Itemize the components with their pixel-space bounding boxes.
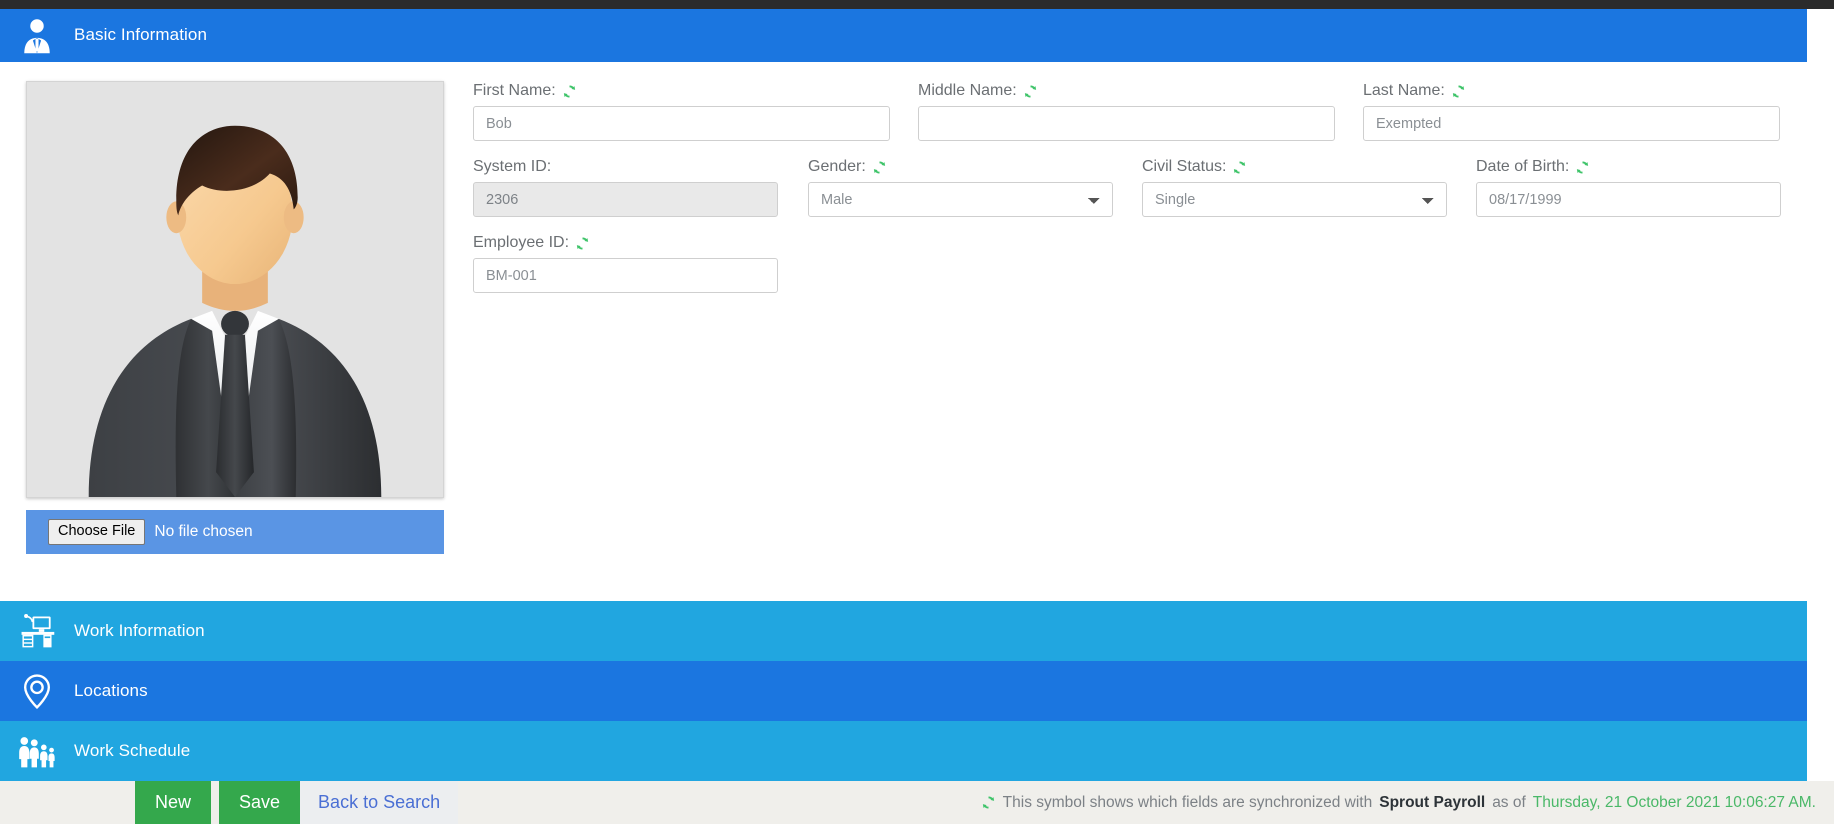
page-footer-toolbar: New Save Back to Search This symbol show… bbox=[0, 781, 1834, 824]
middle-name-label-text: Middle Name: bbox=[918, 82, 1017, 99]
field-gender: Gender: Male bbox=[808, 158, 1113, 217]
system-id-label: System ID: bbox=[473, 158, 778, 176]
civil-status-select[interactable]: Single bbox=[1142, 182, 1447, 217]
sync-icon bbox=[562, 84, 577, 99]
first-name-input[interactable] bbox=[473, 106, 890, 141]
employee-id-label: Employee ID: bbox=[473, 234, 778, 252]
field-middle-name: Middle Name: bbox=[918, 82, 1335, 141]
section-title: Work Information bbox=[74, 620, 205, 640]
default-avatar-illustration bbox=[27, 82, 443, 497]
section-title: Basic Information bbox=[74, 25, 208, 44]
sync-icon bbox=[1232, 160, 1247, 175]
system-id-label-text: System ID: bbox=[473, 158, 552, 175]
middle-name-input[interactable] bbox=[918, 106, 1335, 141]
sync-icon bbox=[872, 160, 887, 175]
legend-middle-text: as of bbox=[1492, 793, 1526, 811]
choose-file-button[interactable]: Choose File bbox=[48, 518, 146, 546]
photo-upload-row[interactable]: Choose File No file chosen bbox=[26, 510, 444, 554]
last-name-label: Last Name: bbox=[1363, 82, 1780, 100]
section-header-work-schedule[interactable]: Work Schedule bbox=[0, 721, 1807, 781]
save-button[interactable]: Save bbox=[219, 781, 301, 824]
legend-timestamp: Thursday, 21 October 2021 10:06:27 AM. bbox=[1532, 793, 1816, 811]
gender-label: Gender: bbox=[808, 158, 1113, 176]
sync-icon bbox=[575, 236, 590, 251]
gender-select[interactable]: Male bbox=[808, 182, 1113, 217]
section-header-basic-information[interactable]: Basic Information bbox=[0, 9, 1807, 62]
back-to-search-button[interactable]: Back to Search bbox=[300, 781, 459, 824]
field-system-id: System ID: bbox=[473, 158, 778, 217]
legend-prefix-text: This symbol shows which fields are synch… bbox=[1002, 793, 1373, 811]
gender-label-text: Gender: bbox=[808, 158, 866, 175]
employee-basic-information-page: Basic Information Choose File No file ch… bbox=[0, 0, 1834, 824]
last-name-input[interactable] bbox=[1363, 106, 1780, 141]
employee-photo bbox=[26, 81, 444, 498]
sync-icon bbox=[981, 795, 996, 810]
section-header-locations[interactable]: Locations bbox=[0, 661, 1807, 721]
first-name-label: First Name: bbox=[473, 82, 890, 100]
field-civil-status: Civil Status: Single bbox=[1142, 158, 1447, 217]
file-status-label: No file chosen bbox=[154, 523, 253, 540]
field-employee-id: Employee ID: bbox=[473, 234, 778, 293]
date-of-birth-label: Date of Birth: bbox=[1476, 158, 1781, 176]
date-of-birth-label-text: Date of Birth: bbox=[1476, 158, 1570, 175]
field-last-name: Last Name: bbox=[1363, 82, 1780, 141]
people-group-icon bbox=[14, 728, 60, 774]
employee-id-input[interactable] bbox=[473, 258, 778, 293]
middle-name-label: Middle Name: bbox=[918, 82, 1335, 100]
section-title: Work Schedule bbox=[74, 740, 191, 760]
employee-badge-icon bbox=[14, 13, 60, 59]
first-name-label-text: First Name: bbox=[473, 82, 556, 99]
employee-id-label-text: Employee ID: bbox=[473, 234, 570, 251]
system-id-input bbox=[473, 182, 778, 217]
section-title: Locations bbox=[74, 680, 148, 700]
legend-product-name: Sprout Payroll bbox=[1379, 793, 1486, 811]
sync-legend: This symbol shows which fields are synch… bbox=[981, 794, 1816, 812]
field-date-of-birth: Date of Birth: bbox=[1476, 158, 1781, 217]
last-name-label-text: Last Name: bbox=[1363, 82, 1445, 99]
date-of-birth-input[interactable] bbox=[1476, 182, 1781, 217]
sync-icon bbox=[1575, 160, 1590, 175]
section-header-work-information[interactable]: Work Information bbox=[0, 601, 1807, 661]
map-pin-icon bbox=[14, 668, 60, 714]
sync-icon bbox=[1451, 84, 1466, 99]
civil-status-label: Civil Status: bbox=[1142, 158, 1447, 176]
sync-icon bbox=[1023, 84, 1038, 99]
desk-computer-icon bbox=[14, 608, 60, 654]
new-button[interactable]: New bbox=[135, 781, 212, 824]
browser-top-strip bbox=[0, 0, 1834, 9]
civil-status-label-text: Civil Status: bbox=[1142, 158, 1227, 175]
field-first-name: First Name: bbox=[473, 82, 890, 141]
